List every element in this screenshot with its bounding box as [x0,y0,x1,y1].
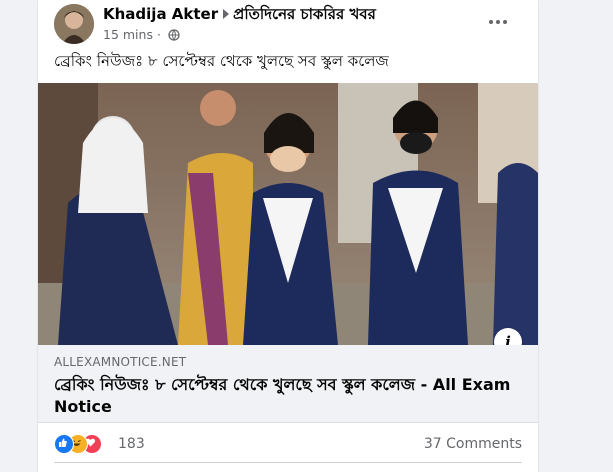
link-image[interactable] [38,83,538,345]
reactions-bar: 183 37 Comments [38,423,538,463]
post-header: Khadija Akter প্রতিদিনের চাকরির খবর 15 mi… [38,0,538,50]
avatar[interactable] [54,4,94,44]
divider [54,462,522,463]
post-timestamp[interactable]: 15 mins [103,27,153,42]
reaction-count[interactable]: 183 [118,436,145,452]
more-options-icon[interactable] [484,12,512,32]
link-title[interactable]: ব্রেকিং নিউজঃ ৮ সেপ্টেম্বর থেকে খুলছে সব… [54,374,524,418]
reaction-icons[interactable] [54,434,114,454]
globe-icon[interactable] [168,29,180,45]
post-card: Khadija Akter প্রতিদিনের চাকরির খবর 15 mi… [38,0,538,472]
like-icon [54,434,74,454]
caret-right-icon [223,9,230,19]
group-name[interactable]: প্রতিদিনের চাকরির খবর [233,5,376,23]
post-meta: 15 mins · [103,27,180,45]
post-text: ব্রেকিং নিউজঃ ৮ সেপ্টেম্বর থেকে খুলছে সব… [54,52,389,70]
author-line: Khadija Akter প্রতিদিনের চাকরির খবর [103,4,376,24]
comments-count[interactable]: 37 Comments [424,436,522,452]
link-domain: ALLEXAMNOTICE.NET [54,355,187,369]
link-preview[interactable]: ALLEXAMNOTICE.NET ব্রেকিং নিউজঃ ৮ সেপ্টে… [38,345,538,423]
author-name[interactable]: Khadija Akter [103,5,218,23]
